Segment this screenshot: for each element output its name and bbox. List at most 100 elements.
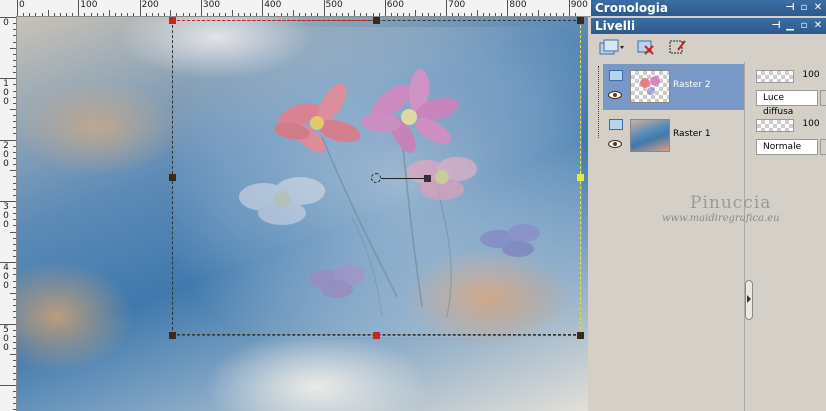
ruler-tick [489,13,490,16]
ruler-tick [176,13,178,16]
opacity-value: 100 [802,70,820,80]
ruler-tick [47,10,49,16]
ruler-tick [13,298,16,300]
ruler-tick [231,10,233,16]
ruler-label: 0 [3,18,9,28]
ruler-tick [525,13,527,16]
ruler-tick [13,390,16,392]
ruler-tick [59,13,61,16]
restore-icon[interactable]: ▫ [798,0,810,16]
restore-icon[interactable]: ▫ [798,18,810,34]
handle-bottom-left[interactable] [169,332,176,339]
ruler-label: 200 [141,0,159,10]
ruler-tick [182,13,184,16]
handle-top-right[interactable] [577,17,584,24]
ruler-tick [360,13,362,16]
ruler-tick [292,10,294,16]
layer-row-raster-2[interactable]: Raster 2 [603,64,744,110]
ruler-tick [10,231,16,233]
ruler-tick [262,0,264,16]
ruler-tick [403,13,405,16]
ruler-tick [237,13,239,16]
handle-middle-right[interactable] [577,174,584,181]
panel-splitter[interactable] [744,62,753,411]
ruler-tick [200,0,202,16]
expand-arrow-icon[interactable] [747,295,751,303]
ruler-tick [13,335,16,337]
layers-palette-titlebar[interactable]: Livelli ⊣ ▁ ▫ ✕ [591,18,826,34]
delete-layer-button[interactable] [635,36,657,58]
ruler-tick [13,213,16,215]
ruler-tick [256,13,258,16]
ruler-tick [13,35,16,37]
opacity-control-raster-2[interactable]: 100 [756,68,826,86]
history-palette-titlebar[interactable]: Cronologia ⊣ ▫ ✕ [591,0,826,16]
handle-top-center[interactable] [373,17,380,24]
ruler-tick [10,292,16,294]
new-layer-icon [599,39,624,55]
ruler-tick [384,0,386,16]
handle-top-left[interactable] [169,17,176,24]
ruler-tick [13,219,16,221]
opacity-control-raster-1[interactable]: 100 [756,117,826,135]
ruler-tick [13,360,16,362]
rotation-arm [381,178,426,179]
blend-mode-select-raster-1[interactable]: Normale [756,139,818,155]
blend-mode-select-raster-2[interactable]: Luce diffusa [756,90,818,117]
ruler-label: 800 [509,0,527,10]
ruler-tick [13,145,16,147]
ruler-label: 0 [19,0,25,10]
ruler-tick [127,13,129,16]
handle-bottom-center[interactable] [373,332,380,339]
layers-toolbar [593,34,826,62]
ruler-label: 400 [264,0,282,10]
ruler-tick [13,268,16,270]
ruler-label: 600 [386,0,404,10]
handle-bottom-right[interactable] [577,332,584,339]
ruler-tick [415,10,417,16]
rotation-handle[interactable] [424,175,431,182]
ruler-tick [439,13,441,16]
ruler-tick [274,13,276,16]
ruler-tick [13,176,16,178]
layer-group-connector [598,66,600,138]
raster-layer-icon [609,119,623,130]
ruler-tick [464,13,466,16]
eye-icon[interactable] [608,140,622,148]
edit-selection-button[interactable] [667,36,689,58]
new-layer-button[interactable] [597,36,627,58]
layer-row-raster-1[interactable]: Raster 1 [603,113,744,159]
pin-icon[interactable]: ⊣ [784,0,796,16]
ruler-tick [421,13,423,16]
ruler-tick [13,182,16,184]
blend-mode-dropdown-button[interactable] [820,90,826,106]
ruler-tick [323,0,325,16]
ruler-tick [10,47,16,49]
blend-mode-dropdown-button[interactable] [820,139,826,155]
ruler-tick [13,53,16,55]
ruler-tick [13,121,16,123]
ruler-label: 900 [570,0,588,10]
ruler-tick [482,13,484,16]
ruler-tick [298,13,300,16]
handle-middle-left[interactable] [169,174,176,181]
eye-icon[interactable] [608,91,622,99]
ruler-tick [13,305,16,307]
close-icon[interactable]: ✕ [812,0,824,16]
ruler-label: 300 [202,0,221,10]
ruler-tick [13,127,16,129]
ruler-tick [13,378,16,380]
ruler-tick [476,10,478,16]
pin-icon[interactable]: ⊣ [770,18,782,34]
close-icon[interactable]: ✕ [812,18,824,34]
ruler-tick [13,409,16,411]
minimize-icon[interactable]: ▁ [784,18,796,34]
ruler-tick [78,0,80,16]
ruler-tick [366,13,368,16]
ruler-label: 500 [325,0,343,10]
ruler-tick [329,13,331,16]
rotation-pivot-handle[interactable] [371,173,381,183]
ruler-tick [243,13,245,16]
ruler-tick [23,13,25,16]
ruler-tick [544,13,546,16]
